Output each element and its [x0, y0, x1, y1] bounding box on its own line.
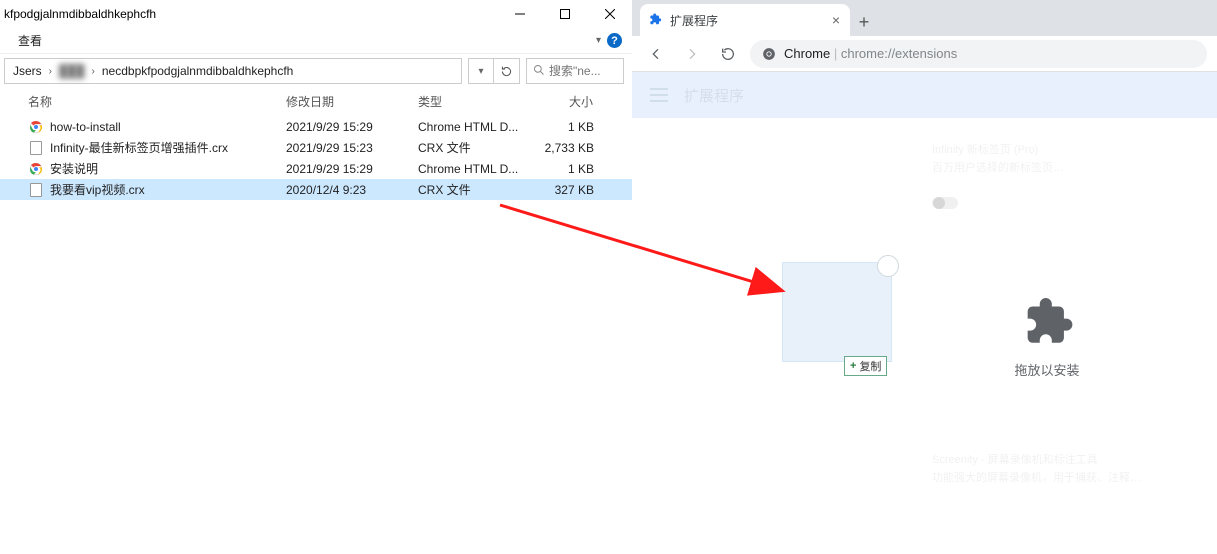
col-date[interactable]: 修改日期: [278, 93, 410, 110]
drop-label: 拖放以安装: [987, 360, 1107, 379]
col-size[interactable]: 大小: [530, 93, 602, 110]
forward-button[interactable]: [678, 40, 706, 68]
search-icon: [533, 64, 545, 79]
explorer-search[interactable]: [526, 58, 624, 84]
col-name[interactable]: 名称: [20, 93, 278, 110]
chrome-file-icon: [28, 119, 44, 135]
breadcrumb-seg-1[interactable]: Jsers: [9, 64, 46, 78]
col-type[interactable]: 类型: [410, 93, 530, 110]
file-size: 1 KB: [530, 120, 602, 134]
close-button[interactable]: [587, 0, 632, 28]
tab-strip: 扩展程序 × +: [632, 0, 1217, 36]
table-row[interactable]: 安装说明 2021/9/29 15:29Chrome HTML D...1 KB: [0, 158, 632, 179]
chevron-right-icon: ›: [91, 66, 96, 77]
file-name: how-to-install: [50, 120, 121, 134]
menu-icon[interactable]: [650, 88, 668, 102]
chrome-file-icon: [28, 161, 44, 177]
file-date: 2021/9/29 15:29: [278, 120, 410, 134]
explorer-titlebar: kfpodgjalnmdibbaldhkephcfh: [0, 0, 632, 28]
window-title: kfpodgjalnmdibbaldhkephcfh: [4, 7, 156, 21]
history-dropdown-button[interactable]: ▾: [468, 58, 494, 84]
breadcrumb-seg-2[interactable]: ███: [55, 64, 89, 78]
minimize-button[interactable]: [497, 0, 542, 28]
file-explorer-window: kfpodgjalnmdibbaldhkephcfh 查看 ▾ ? Jsers …: [0, 0, 632, 554]
extensions-header: 扩展程序: [632, 72, 1217, 118]
breadcrumb-seg-3[interactable]: necdbpkfpodgjalnmdibbaldhkephcfh: [98, 64, 297, 78]
file-name: 我要看vip视频.crx: [50, 181, 145, 198]
new-tab-button[interactable]: +: [850, 8, 878, 36]
plus-icon: +: [850, 360, 856, 372]
file-type: CRX 文件: [410, 139, 530, 156]
extension-icon: [648, 12, 662, 28]
file-name: 安装说明: [50, 160, 98, 177]
address-bar[interactable]: Chrome | chrome://extensions: [750, 40, 1207, 68]
chevron-down-icon[interactable]: ▾: [596, 35, 601, 46]
omnibox-text: Chrome | chrome://extensions: [784, 46, 957, 61]
maximize-button[interactable]: [542, 0, 587, 28]
file-type: Chrome HTML D...: [410, 120, 530, 134]
browser-toolbar: Chrome | chrome://extensions: [632, 36, 1217, 72]
explorer-menubar: 查看 ▾ ?: [0, 28, 632, 54]
table-row[interactable]: how-to-install 2021/9/29 15:29Chrome HTML…: [0, 116, 632, 137]
file-type: CRX 文件: [410, 181, 530, 198]
search-input[interactable]: [549, 64, 617, 78]
file-icon: [28, 182, 44, 198]
chrome-icon: [762, 47, 776, 61]
copy-label: 复制: [859, 358, 881, 374]
file-type: Chrome HTML D...: [410, 162, 530, 176]
explorer-address-row: Jsers › ███ › necdbpkfpodgjalnmdibbaldhk…: [0, 54, 632, 88]
puzzle-icon: [1018, 292, 1076, 350]
file-icon: [28, 140, 44, 156]
table-row[interactable]: 我要看vip视频.crx 2020/12/4 9:23CRX 文件327 KB: [0, 179, 632, 200]
file-date: 2021/9/29 15:23: [278, 141, 410, 155]
reload-button[interactable]: [714, 40, 742, 68]
file-size: 1 KB: [530, 162, 602, 176]
file-name: Infinity-最佳新标签页增强插件.crx: [50, 139, 228, 156]
back-button[interactable]: [642, 40, 670, 68]
install-drop-hint: 拖放以安装: [987, 292, 1107, 379]
tab-title: 扩展程序: [670, 12, 822, 29]
tab-extensions[interactable]: 扩展程序 ×: [640, 4, 850, 36]
menu-view[interactable]: 查看: [18, 32, 42, 49]
extensions-page: 扩展程序 Infinity 新标签页 (Pro)百万用户选择的新标签页… Scr…: [632, 72, 1217, 554]
file-size: 2,733 KB: [530, 141, 602, 155]
drag-drop-zone[interactable]: [782, 262, 892, 362]
copy-badge: + 复制: [844, 356, 887, 376]
column-headers: 名称 修改日期 类型 大小: [0, 88, 632, 116]
chevron-right-icon: ›: [48, 66, 53, 77]
breadcrumb[interactable]: Jsers › ███ › necdbpkfpodgjalnmdibbaldhk…: [4, 58, 462, 84]
ghost-extension-card: Infinity 新标签页 (Pro)百万用户选择的新标签页…: [932, 142, 1172, 212]
ghost-extension-card: Screenity - 屏幕录像机和标注工具功能强大的屏幕录像机，用于捕获、注释…: [932, 452, 1172, 487]
file-date: 2020/12/4 9:23: [278, 183, 410, 197]
file-date: 2021/9/29 15:29: [278, 162, 410, 176]
close-icon[interactable]: ×: [830, 12, 842, 28]
chrome-window: 扩展程序 × + Chrome | chrome://extensions 扩展…: [632, 0, 1217, 554]
file-list: 名称 修改日期 类型 大小 how-to-install 2021/9/29 15…: [0, 88, 632, 200]
refresh-button[interactable]: [494, 58, 520, 84]
drag-cursor-icon: [877, 255, 899, 277]
help-icon[interactable]: ?: [607, 33, 622, 48]
file-size: 327 KB: [530, 183, 602, 197]
page-title: 扩展程序: [684, 85, 744, 106]
table-row[interactable]: Infinity-最佳新标签页增强插件.crx 2021/9/29 15:23CR…: [0, 137, 632, 158]
